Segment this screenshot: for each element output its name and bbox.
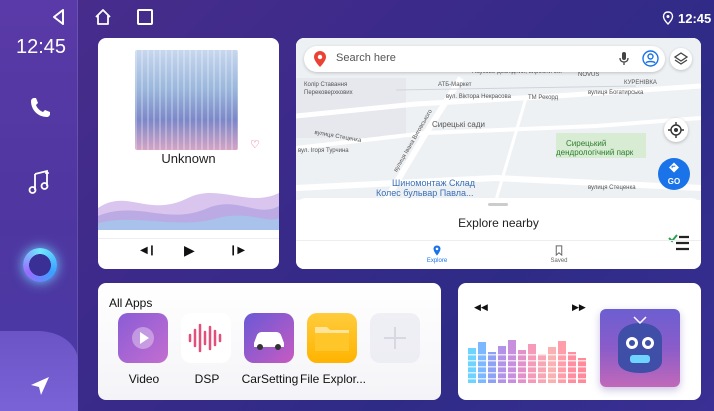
map-label: Перековерхкових [304,90,353,96]
plus-icon [370,313,420,363]
pin-icon [433,245,441,256]
app-label: Video [128,372,160,386]
tab-saved-label: Saved [550,258,568,264]
all-apps-widget: All Apps Video DSP CarSetting File Explo… [98,283,441,400]
previous-button[interactable]: ◀❙ [140,245,156,256]
assistant-icon[interactable] [23,248,57,282]
explore-title: Explore nearby [458,216,539,230]
sidebar-clock: 12:45 [16,36,67,58]
tab-saved[interactable]: Saved [529,245,589,264]
explore-panel[interactable]: Explore nearby Explore Saved [296,198,701,269]
music-note-icon[interactable] [26,168,54,196]
map-label: КУРЕНІВКА [624,80,657,86]
map-view[interactable]: Колір Ставання Перековерхкових АТБ-Марке… [296,38,701,200]
album-cover[interactable] [600,309,680,387]
crosshair-icon [668,122,684,138]
sidebar [0,0,78,411]
bookmark-icon [555,245,563,256]
folder-icon [307,313,357,363]
rewind-button[interactable]: ◀◀ [474,302,488,313]
map-label: вулиця Стеценка [588,185,636,191]
drag-handle[interactable] [488,203,508,206]
map-label: Колес бульвар Павла... [376,188,474,198]
car-icon [244,313,294,363]
app-label: CarSetting [241,372,299,386]
map-label: Сирецькі сади [432,120,485,129]
media-player-widget[interactable]: ◀◀ ▶▶ [458,283,701,400]
map-label: АТБ-Маркет [438,82,472,88]
map-label: ТМ Рекорд [528,95,559,101]
app-label: File Explor... [299,372,367,386]
map-label: вул. Віктора Некрасова [446,94,511,100]
maps-pin-icon [314,51,326,67]
next-button[interactable]: ❙▶ [229,245,245,256]
wave-decoration [98,193,279,230]
tab-explore[interactable]: Explore [407,245,467,264]
mic-icon[interactable] [618,51,630,67]
map-label: вулиця Богатирська [588,90,644,96]
tab-explore-label: Explore [426,258,448,264]
home-icon[interactable] [94,8,112,26]
my-location-button[interactable] [664,118,688,142]
map-label: Шиномонтаж Склад [392,178,476,188]
video-icon [118,313,168,363]
map-label: дендрологічний парк [556,148,634,157]
back-icon[interactable] [50,8,68,26]
map-label: вул. Ігоря Турчина [298,148,349,154]
music-controls: ◀❙ ▶ ❙▶ [98,238,279,262]
music-widget[interactable]: ♡ Unknown ◀❙ ▶ ❙▶ [98,38,279,269]
location-icon [662,11,674,25]
heart-icon[interactable]: ♡ [250,138,260,151]
account-icon[interactable] [642,50,659,67]
map-widget[interactable]: Колір Ставання Перековерхкових АТБ-Марке… [296,38,701,269]
equalizer-visual [468,340,598,383]
sidebar-bottom-curve [0,331,78,411]
fast-forward-button[interactable]: ▶▶ [572,302,586,313]
mascot-icon [618,316,662,373]
apps-title: All Apps [109,296,153,310]
go-label: GO [667,177,681,186]
app-label: DSP [194,372,220,386]
album-art [135,50,238,150]
status-clock: 12:45 [678,11,712,26]
map-label: Сирецький [566,139,607,148]
map-tabs: Explore Saved [296,240,701,269]
layers-icon[interactable] [670,48,692,70]
song-title: Unknown [161,151,216,166]
search-bar[interactable]: Search here [304,46,665,72]
go-button[interactable]: GO [658,158,690,190]
navigation-icon[interactable] [28,374,52,398]
recents-icon[interactable] [137,9,153,25]
play-button[interactable]: ▶ [184,242,195,259]
map-label: NOVUS [578,72,600,78]
search-placeholder[interactable]: Search here [336,52,396,64]
phone-icon[interactable] [28,96,52,120]
map-label: Колір Ставання [304,82,348,88]
equalizer-icon [181,313,231,363]
